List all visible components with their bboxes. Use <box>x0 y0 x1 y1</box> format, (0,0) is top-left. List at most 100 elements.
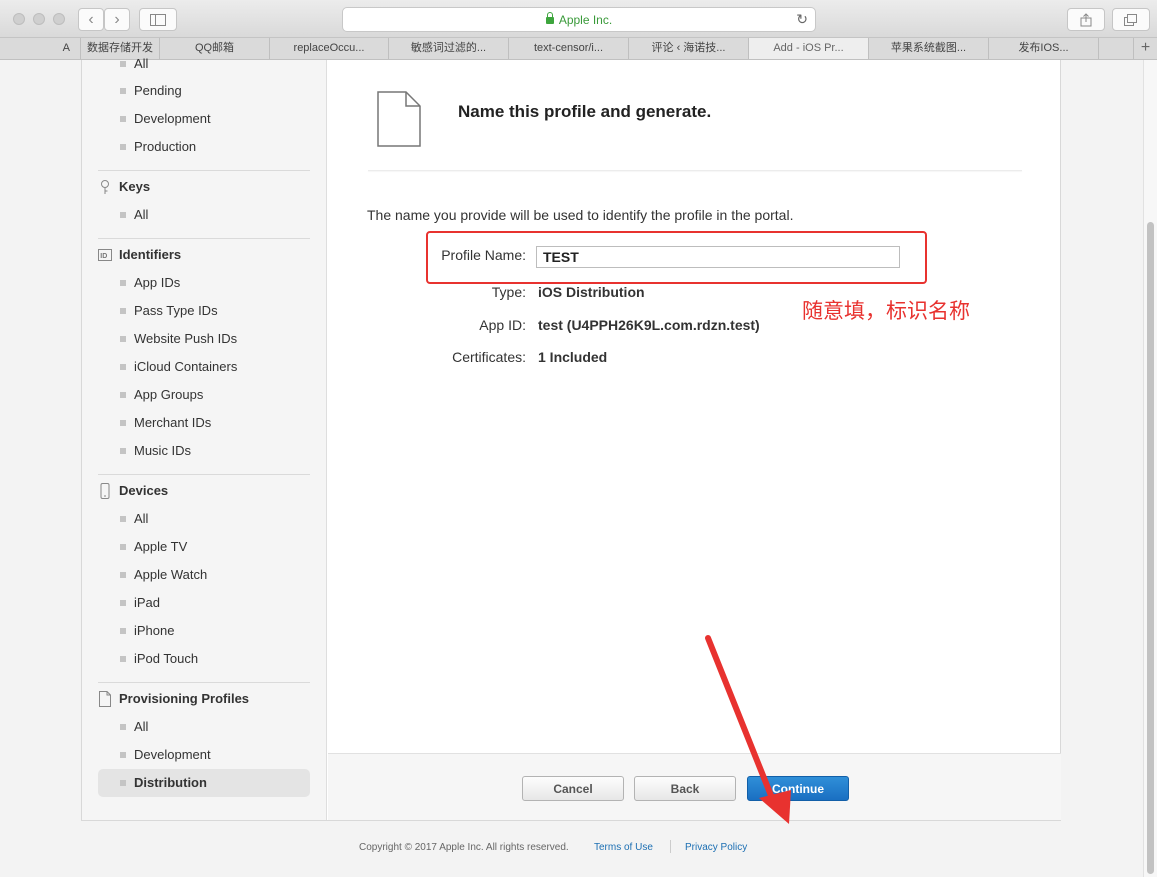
tabs-icon <box>1124 13 1137 26</box>
minimize-window-icon[interactable] <box>33 13 45 25</box>
sidebar-item-pending[interactable]: Pending <box>98 77 310 105</box>
content-card: All Pending Development Production Keys … <box>81 56 1061 821</box>
app-id-label: App ID: <box>479 317 526 333</box>
document-icon <box>99 691 111 707</box>
page-scrollbar[interactable] <box>1143 60 1157 877</box>
divider <box>98 682 310 683</box>
sidebar-item-merchant-ids[interactable]: Merchant IDs <box>98 409 310 437</box>
divider <box>368 170 1022 171</box>
chevron-right-icon: › <box>114 10 120 28</box>
sidebar-item-music-ids[interactable]: Music IDs <box>98 437 310 465</box>
divider <box>98 238 310 239</box>
sidebar-section-keys: Keys <box>98 175 310 199</box>
sidebar-item-ipod-touch[interactable]: iPod Touch <box>98 645 310 673</box>
lock-icon <box>545 12 554 24</box>
sidebar-item-production[interactable]: Production <box>98 133 310 161</box>
sidebar-item-profiles-development[interactable]: Development <box>98 741 310 769</box>
tab-10[interactable]: 发布IOS... <box>988 38 1098 59</box>
certificates-value: 1 Included <box>538 349 608 365</box>
page-title: Name this profile and generate. <box>458 102 712 121</box>
sidebar-toggle-button[interactable] <box>139 8 177 31</box>
sidebar-item-website-push-ids[interactable]: Website Push IDs <box>98 325 310 353</box>
profile-name-input[interactable] <box>536 246 900 268</box>
type-label: Type: <box>491 284 526 300</box>
bullet-icon <box>120 448 126 454</box>
sidebar: All Pending Development Production Keys … <box>82 56 327 820</box>
forward-nav-button[interactable]: › <box>104 8 130 31</box>
description-text: The name you provide will be used to ide… <box>367 207 794 223</box>
divider <box>98 474 310 475</box>
tab-8-active[interactable]: Add - iOS Pr... <box>748 38 868 59</box>
sidebar-icon <box>150 13 166 26</box>
tab-5[interactable]: 敏感词过滤的... <box>388 38 508 59</box>
bullet-icon <box>120 656 126 662</box>
sidebar-item-ipad[interactable]: iPad <box>98 589 310 617</box>
type-value: iOS Distribution <box>538 284 645 300</box>
sidebar-item-development[interactable]: Development <box>98 105 310 133</box>
sidebar-section-identifiers: ID Identifiers <box>98 243 310 267</box>
bullet-icon <box>120 752 126 758</box>
bullet-icon <box>120 308 126 314</box>
svg-text:ID: ID <box>100 253 107 260</box>
key-icon <box>101 180 109 194</box>
reload-icon[interactable]: ↻ <box>796 11 808 28</box>
bullet-icon <box>120 212 126 218</box>
bullet-icon <box>120 628 126 634</box>
tab-overflow[interactable] <box>1098 38 1133 59</box>
privacy-policy-link[interactable]: Privacy Policy <box>685 842 747 853</box>
bullet-icon <box>120 392 126 398</box>
sidebar-item-keys-all[interactable]: All <box>98 201 310 229</box>
document-icon <box>377 91 421 147</box>
bullet-icon <box>120 364 126 370</box>
tab-9[interactable]: 苹果系统截图... <box>868 38 988 59</box>
bullet-icon <box>120 144 126 150</box>
tabs-overview-button[interactable] <box>1112 8 1150 31</box>
bullet-icon <box>120 572 126 578</box>
new-tab-button[interactable]: + <box>1133 38 1157 59</box>
bullet-icon <box>120 780 126 786</box>
bullet-icon <box>120 544 126 550</box>
bullet-icon <box>120 61 126 67</box>
device-icon <box>100 483 110 499</box>
chevron-left-icon: ‹ <box>88 10 94 28</box>
sidebar-item-profiles-distribution[interactable]: Distribution <box>98 769 310 797</box>
bullet-icon <box>120 116 126 122</box>
terms-of-use-link[interactable]: Terms of Use <box>594 842 653 853</box>
sidebar-item-icloud-containers[interactable]: iCloud Containers <box>98 353 310 381</box>
sidebar-item-apple-watch[interactable]: Apple Watch <box>98 561 310 589</box>
cancel-button[interactable]: Cancel <box>522 776 624 801</box>
sidebar-section-devices: Devices <box>98 479 310 503</box>
bullet-icon <box>120 336 126 342</box>
sidebar-item-apple-tv[interactable]: Apple TV <box>98 533 310 561</box>
address-bar[interactable]: Apple Inc. ↻ <box>342 7 816 32</box>
scrollbar-thumb[interactable] <box>1147 222 1154 874</box>
sidebar-item-app-ids[interactable]: App IDs <box>98 269 310 297</box>
bullet-icon <box>120 420 126 426</box>
browser-toolbar: ‹ › Apple Inc. ↻ <box>0 0 1157 38</box>
sidebar-item-iphone[interactable]: iPhone <box>98 617 310 645</box>
copyright-text: Copyright © 2017 Apple Inc. All rights r… <box>359 842 569 853</box>
sidebar-item-certs-all[interactable]: All <box>98 50 310 78</box>
zoom-window-icon[interactable] <box>53 13 65 25</box>
sidebar-item-app-groups[interactable]: App Groups <box>98 381 310 409</box>
sidebar-item-devices-all[interactable]: All <box>98 505 310 533</box>
address-text: Apple Inc. <box>558 13 613 27</box>
bullet-icon <box>120 600 126 606</box>
page: All Pending Development Production Keys … <box>0 56 1143 877</box>
certificates-label: Certificates: <box>452 349 526 365</box>
tab-6[interactable]: text-censor/i... <box>508 38 628 59</box>
footer-divider <box>670 840 671 853</box>
bullet-icon <box>120 724 126 730</box>
tab-7[interactable]: 评论 ‹ 海诺技... <box>628 38 748 59</box>
bullet-icon <box>120 88 126 94</box>
back-nav-button[interactable]: ‹ <box>78 8 104 31</box>
bullet-icon <box>120 516 126 522</box>
sidebar-item-profiles-all[interactable]: All <box>98 713 310 741</box>
app-id-value: test (U4PPH26K9L.com.rdzn.test) <box>538 317 760 333</box>
annotation-arrow-icon <box>705 635 791 824</box>
share-button[interactable] <box>1067 8 1105 31</box>
tab-1[interactable]: A <box>0 38 80 59</box>
sidebar-item-pass-type-ids[interactable]: Pass Type IDs <box>98 297 310 325</box>
close-window-icon[interactable] <box>13 13 25 25</box>
annotation-note: 随意填，标识名称 <box>802 299 970 323</box>
